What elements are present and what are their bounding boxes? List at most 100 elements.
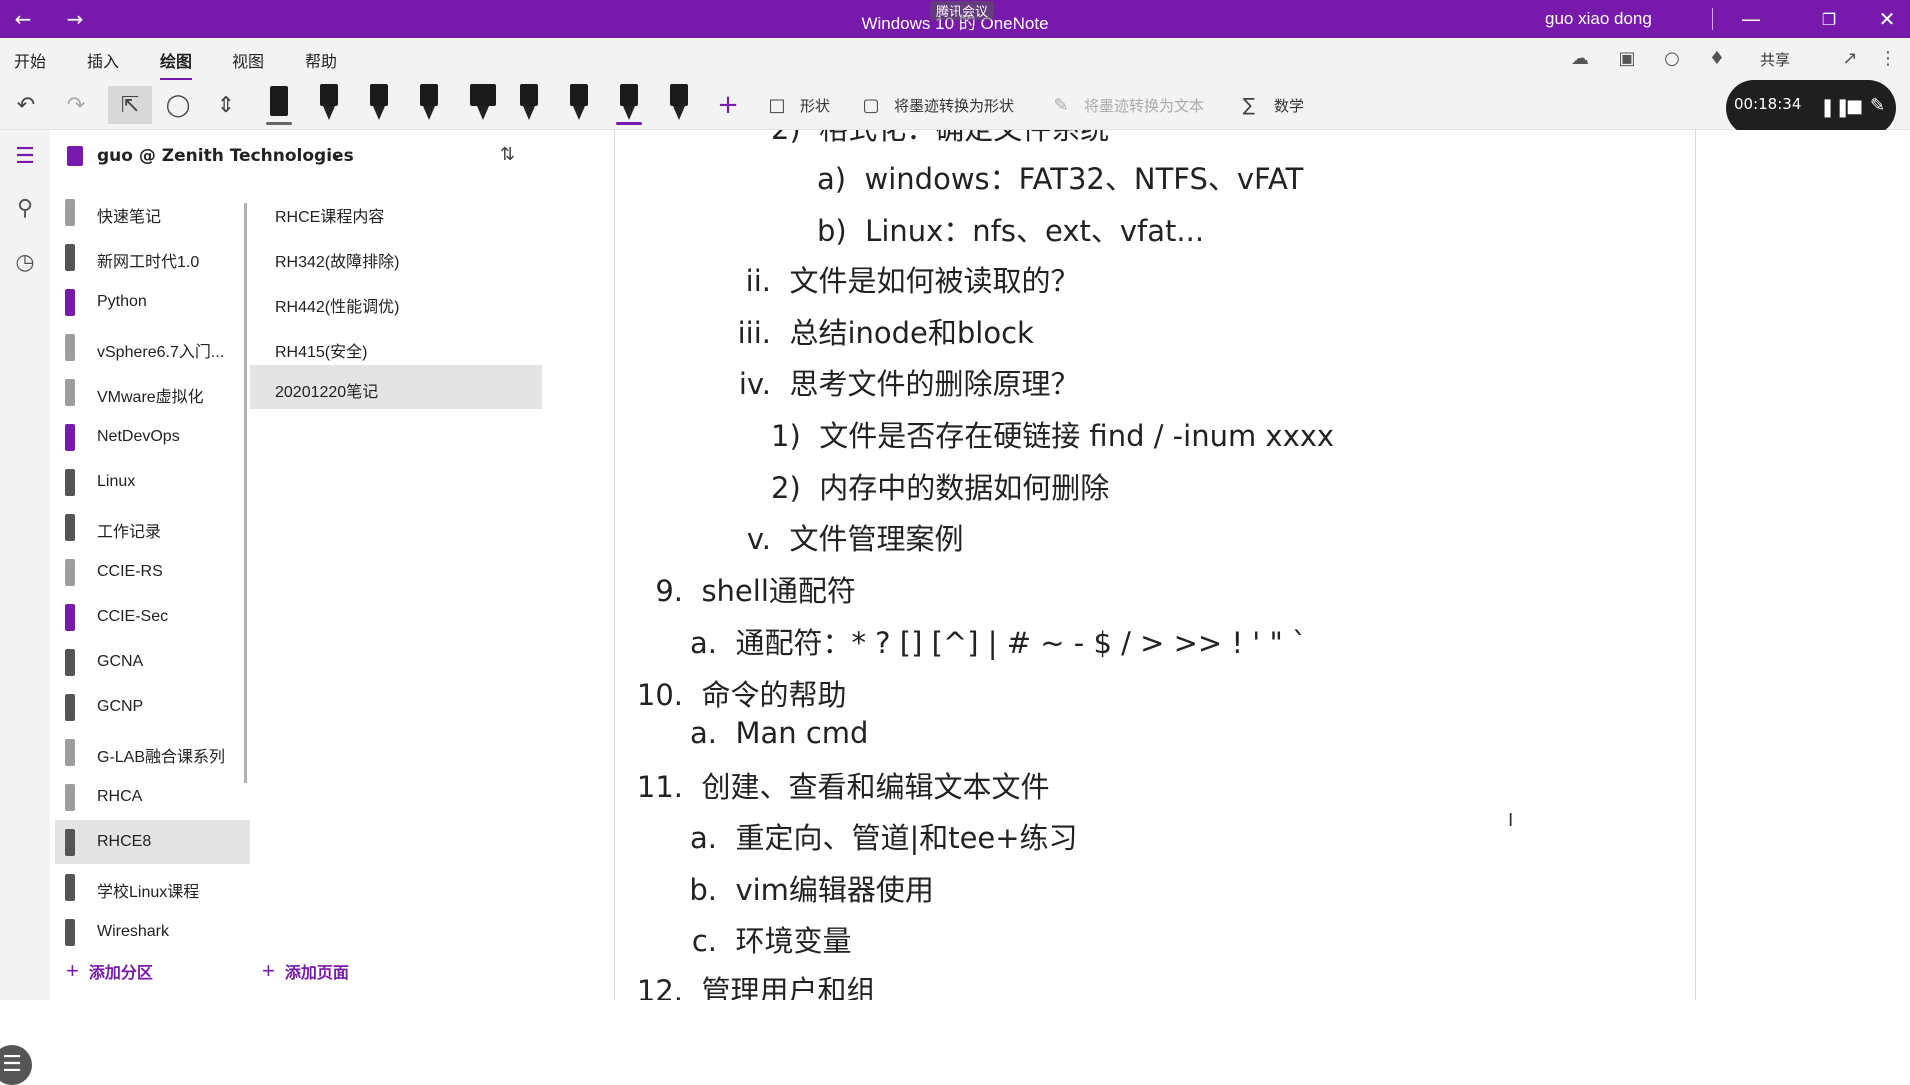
note-line[interactable]: 10. 命令的帮助 xyxy=(625,672,847,714)
add-section-button[interactable]: + 添加分区 xyxy=(66,958,153,984)
section-item[interactable]: 快速笔记 xyxy=(55,190,250,234)
page-item[interactable]: RH415(安全) xyxy=(250,325,542,369)
pen-2[interactable] xyxy=(314,82,344,126)
notebook-title[interactable]: guo @ Zenith Technologies xyxy=(97,146,354,166)
line-text: Linux：nfs、ext、vfat... xyxy=(865,214,1205,248)
section-color-tab xyxy=(65,649,75,676)
shapes-icon[interactable]: □ xyxy=(766,86,788,124)
lasso-select-icon[interactable]: ◯ xyxy=(160,86,196,124)
tab-view[interactable]: 视图 xyxy=(232,48,264,72)
section-item[interactable]: Wireshark xyxy=(55,910,250,954)
section-item[interactable]: 新网工时代1.0 xyxy=(55,235,250,279)
section-item[interactable]: GCNA xyxy=(55,640,250,684)
math-icon[interactable]: ∑ xyxy=(1238,86,1260,124)
close-icon[interactable]: ✕ xyxy=(1864,0,1910,38)
stop-icon[interactable]: ■ xyxy=(1846,96,1863,117)
note-line[interactable]: 2) 格式化：确定文件系统 xyxy=(771,130,1109,148)
pen-6[interactable] xyxy=(514,82,544,126)
tab-draw[interactable]: 绘图 xyxy=(160,48,193,81)
page-item[interactable]: RH342(故障排除) xyxy=(250,235,542,279)
bell-icon[interactable]: ♦ xyxy=(1705,48,1729,70)
undo-icon[interactable]: ↶ xyxy=(10,86,42,124)
tab-insert[interactable]: 插入 xyxy=(87,48,119,72)
section-item-selected[interactable]: RHCE8 xyxy=(55,820,250,864)
lightbulb-icon[interactable]: ○ xyxy=(1660,48,1684,70)
note-line[interactable]: v. 文件管理案例 xyxy=(717,516,964,558)
note-line[interactable]: a. Man cmd xyxy=(683,716,868,750)
note-line[interactable]: b) Linux：nfs、ext、vfat... xyxy=(817,208,1204,250)
note-line[interactable]: 11. 创建、查看和编辑文本文件 xyxy=(625,764,1050,806)
note-canvas[interactable]: 2) 格式化：确定文件系统 a) windows：FAT32、NTFS、vFAT… xyxy=(614,130,1696,1000)
sort-icon[interactable]: ⇅ xyxy=(500,144,515,165)
section-scrollbar[interactable] xyxy=(244,203,247,783)
section-item[interactable]: G-LAB融合课系列 xyxy=(55,730,250,774)
section-item[interactable]: CCIE-Sec xyxy=(55,595,250,639)
highlighter-pen[interactable] xyxy=(464,82,502,126)
ink-to-text-icon[interactable]: ✎ xyxy=(1050,86,1072,124)
recording-widget: 00:18:34 ❚❚ ■ ✎ xyxy=(1726,80,1896,136)
chevron-down-icon[interactable]: ⌄ xyxy=(330,144,343,163)
search-icon[interactable]: ⚲ xyxy=(10,196,40,226)
pen-annotate-icon[interactable]: ✎ xyxy=(1870,95,1885,116)
section-item[interactable]: Linux xyxy=(55,460,250,504)
recent-icon[interactable]: ◷ xyxy=(10,250,40,280)
note-line[interactable]: a) windows：FAT32、NTFS、vFAT xyxy=(817,156,1303,198)
math-button[interactable]: 数学 xyxy=(1274,95,1304,116)
pen-1[interactable] xyxy=(264,82,294,126)
section-item[interactable]: RHCA xyxy=(55,775,250,819)
share-button[interactable]: 共享 xyxy=(1760,49,1790,70)
pen-3[interactable] xyxy=(364,82,394,126)
navigation-toggle-icon[interactable]: ☰ xyxy=(0,1045,32,1085)
more-options-icon[interactable]: ⋮ xyxy=(1876,48,1900,70)
type-select-icon[interactable]: ⇱ xyxy=(108,86,152,124)
note-line[interactable]: 9. shell通配符 xyxy=(639,568,856,610)
list-marker: 9. xyxy=(655,574,683,608)
note-line[interactable]: b. vim编辑器使用 xyxy=(683,867,934,909)
note-line[interactable]: ii. 文件是如何被读取的？ xyxy=(731,258,1080,300)
sync-icon[interactable]: ☁ xyxy=(1568,48,1592,70)
section-item[interactable]: NetDevOps xyxy=(55,415,250,459)
notebooks-icon[interactable]: ☰ xyxy=(10,144,40,174)
note-line[interactable]: a. 重定向、管道|和tee+练习 xyxy=(683,815,1078,857)
section-item[interactable]: 工作记录 xyxy=(55,505,250,549)
section-item[interactable]: CCIE-RS xyxy=(55,550,250,594)
note-line[interactable]: 12. 管理用户和组 xyxy=(625,968,876,1000)
expand-icon[interactable]: ↗ xyxy=(1838,48,1862,70)
ink-to-text-button[interactable]: 将墨迹转换为文本 xyxy=(1084,95,1204,116)
section-label: vSphere6.7入门... xyxy=(97,344,225,361)
ink-to-shape-button[interactable]: 将墨迹转换为形状 xyxy=(894,95,1014,116)
page-view-icon[interactable]: ▣ xyxy=(1615,48,1639,70)
pen-4[interactable] xyxy=(414,82,444,126)
pen-purple[interactable] xyxy=(614,82,644,126)
page-item[interactable]: RH442(性能调优) xyxy=(250,280,542,324)
section-item[interactable]: Python xyxy=(55,280,250,324)
ink-to-shape-icon[interactable]: ▢ xyxy=(860,86,882,124)
note-line[interactable]: iv. 思考文件的删除原理？ xyxy=(717,361,1080,403)
section-label: VMware虚拟化 xyxy=(97,389,204,406)
tab-help[interactable]: 帮助 xyxy=(305,48,337,72)
minimize-icon[interactable]: — xyxy=(1728,0,1774,38)
section-item[interactable]: 学校Linux课程 xyxy=(55,865,250,909)
tab-home[interactable]: 开始 xyxy=(14,48,46,72)
notebook-header[interactable]: guo @ Zenith Technologies ⌄ ⇅ xyxy=(55,130,555,182)
add-space-icon[interactable]: ⇕ xyxy=(208,86,244,124)
section-item[interactable]: vSphere6.7入门... xyxy=(55,325,250,369)
pen-7[interactable] xyxy=(564,82,594,126)
user-name[interactable]: guo xiao dong xyxy=(1545,9,1652,29)
restore-icon[interactable]: ❐ xyxy=(1806,0,1852,38)
note-line[interactable]: 1) 文件是否存在硬链接 find / -inum xxxx xyxy=(771,413,1334,455)
note-line[interactable]: iii. 总结inode和block xyxy=(717,310,1034,352)
section-item[interactable]: VMware虚拟化 xyxy=(55,370,250,414)
page-item-selected[interactable]: 20201220笔记 xyxy=(250,365,542,409)
section-label: GCNP xyxy=(97,698,144,715)
pen-9[interactable] xyxy=(664,82,694,126)
note-line[interactable]: c. 环境变量 xyxy=(683,918,852,960)
note-line[interactable]: 2) 内存中的数据如何删除 xyxy=(771,465,1109,507)
note-line[interactable]: a. 通配符：* ? [] [^] | # ~ - $ / > >> ! ' "… xyxy=(683,620,1307,662)
page-item[interactable]: RHCE课程内容 xyxy=(250,190,542,234)
add-pen-icon[interactable]: + xyxy=(712,86,744,124)
section-item[interactable]: GCNP xyxy=(55,685,250,729)
redo-icon[interactable]: ↷ xyxy=(60,86,92,124)
shapes-button[interactable]: 形状 xyxy=(800,95,830,116)
add-page-button[interactable]: + 添加页面 xyxy=(262,958,349,984)
